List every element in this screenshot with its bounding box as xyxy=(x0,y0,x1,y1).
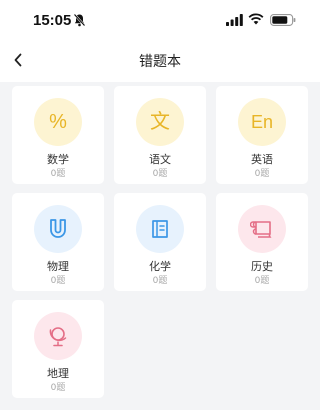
subject-card-math[interactable]: % 数学 0题 xyxy=(12,86,104,184)
wen-character-icon: 文 xyxy=(136,98,184,146)
subject-count: 0题 xyxy=(152,169,168,179)
subject-name: 化学 xyxy=(149,260,171,273)
magnet-icon xyxy=(34,205,82,253)
subject-count: 0题 xyxy=(152,276,168,286)
subject-count: 0题 xyxy=(254,169,270,179)
subject-count: 0题 xyxy=(50,169,66,179)
percent-icon: % xyxy=(34,98,82,146)
scroll-icon xyxy=(238,205,286,253)
bell-muted-icon xyxy=(73,13,86,27)
subject-name: 物理 xyxy=(47,260,69,273)
cellular-signal-icon xyxy=(226,14,243,26)
subject-name: 数学 xyxy=(47,153,69,166)
subject-card-history[interactable]: 历史 0题 xyxy=(216,193,308,291)
status-time: 15:05 xyxy=(33,12,72,29)
navigation-bar: 错题本 xyxy=(0,38,320,82)
notebook-icon xyxy=(136,205,184,253)
subject-count: 0题 xyxy=(50,383,66,393)
subject-count: 0题 xyxy=(50,276,66,286)
subject-name: 历史 xyxy=(251,260,273,273)
subject-card-physics[interactable]: 物理 0题 xyxy=(12,193,104,291)
globe-icon xyxy=(34,312,82,360)
subject-card-chinese[interactable]: 文 语文 0题 xyxy=(114,86,206,184)
subject-name: 地理 xyxy=(47,367,69,380)
status-bar: 15:05 xyxy=(0,0,320,38)
wifi-icon xyxy=(248,13,264,25)
subject-count: 0题 xyxy=(254,276,270,286)
battery-icon xyxy=(270,14,296,26)
subject-card-geography[interactable]: 地理 0题 xyxy=(12,300,104,398)
en-text-icon: En xyxy=(238,98,286,146)
subject-card-chemistry[interactable]: 化学 0题 xyxy=(114,193,206,291)
subject-name: 语文 xyxy=(149,153,171,166)
subject-name: 英语 xyxy=(251,153,273,166)
subject-card-english[interactable]: En 英语 0题 xyxy=(216,86,308,184)
page-title: 错题本 xyxy=(139,54,181,70)
